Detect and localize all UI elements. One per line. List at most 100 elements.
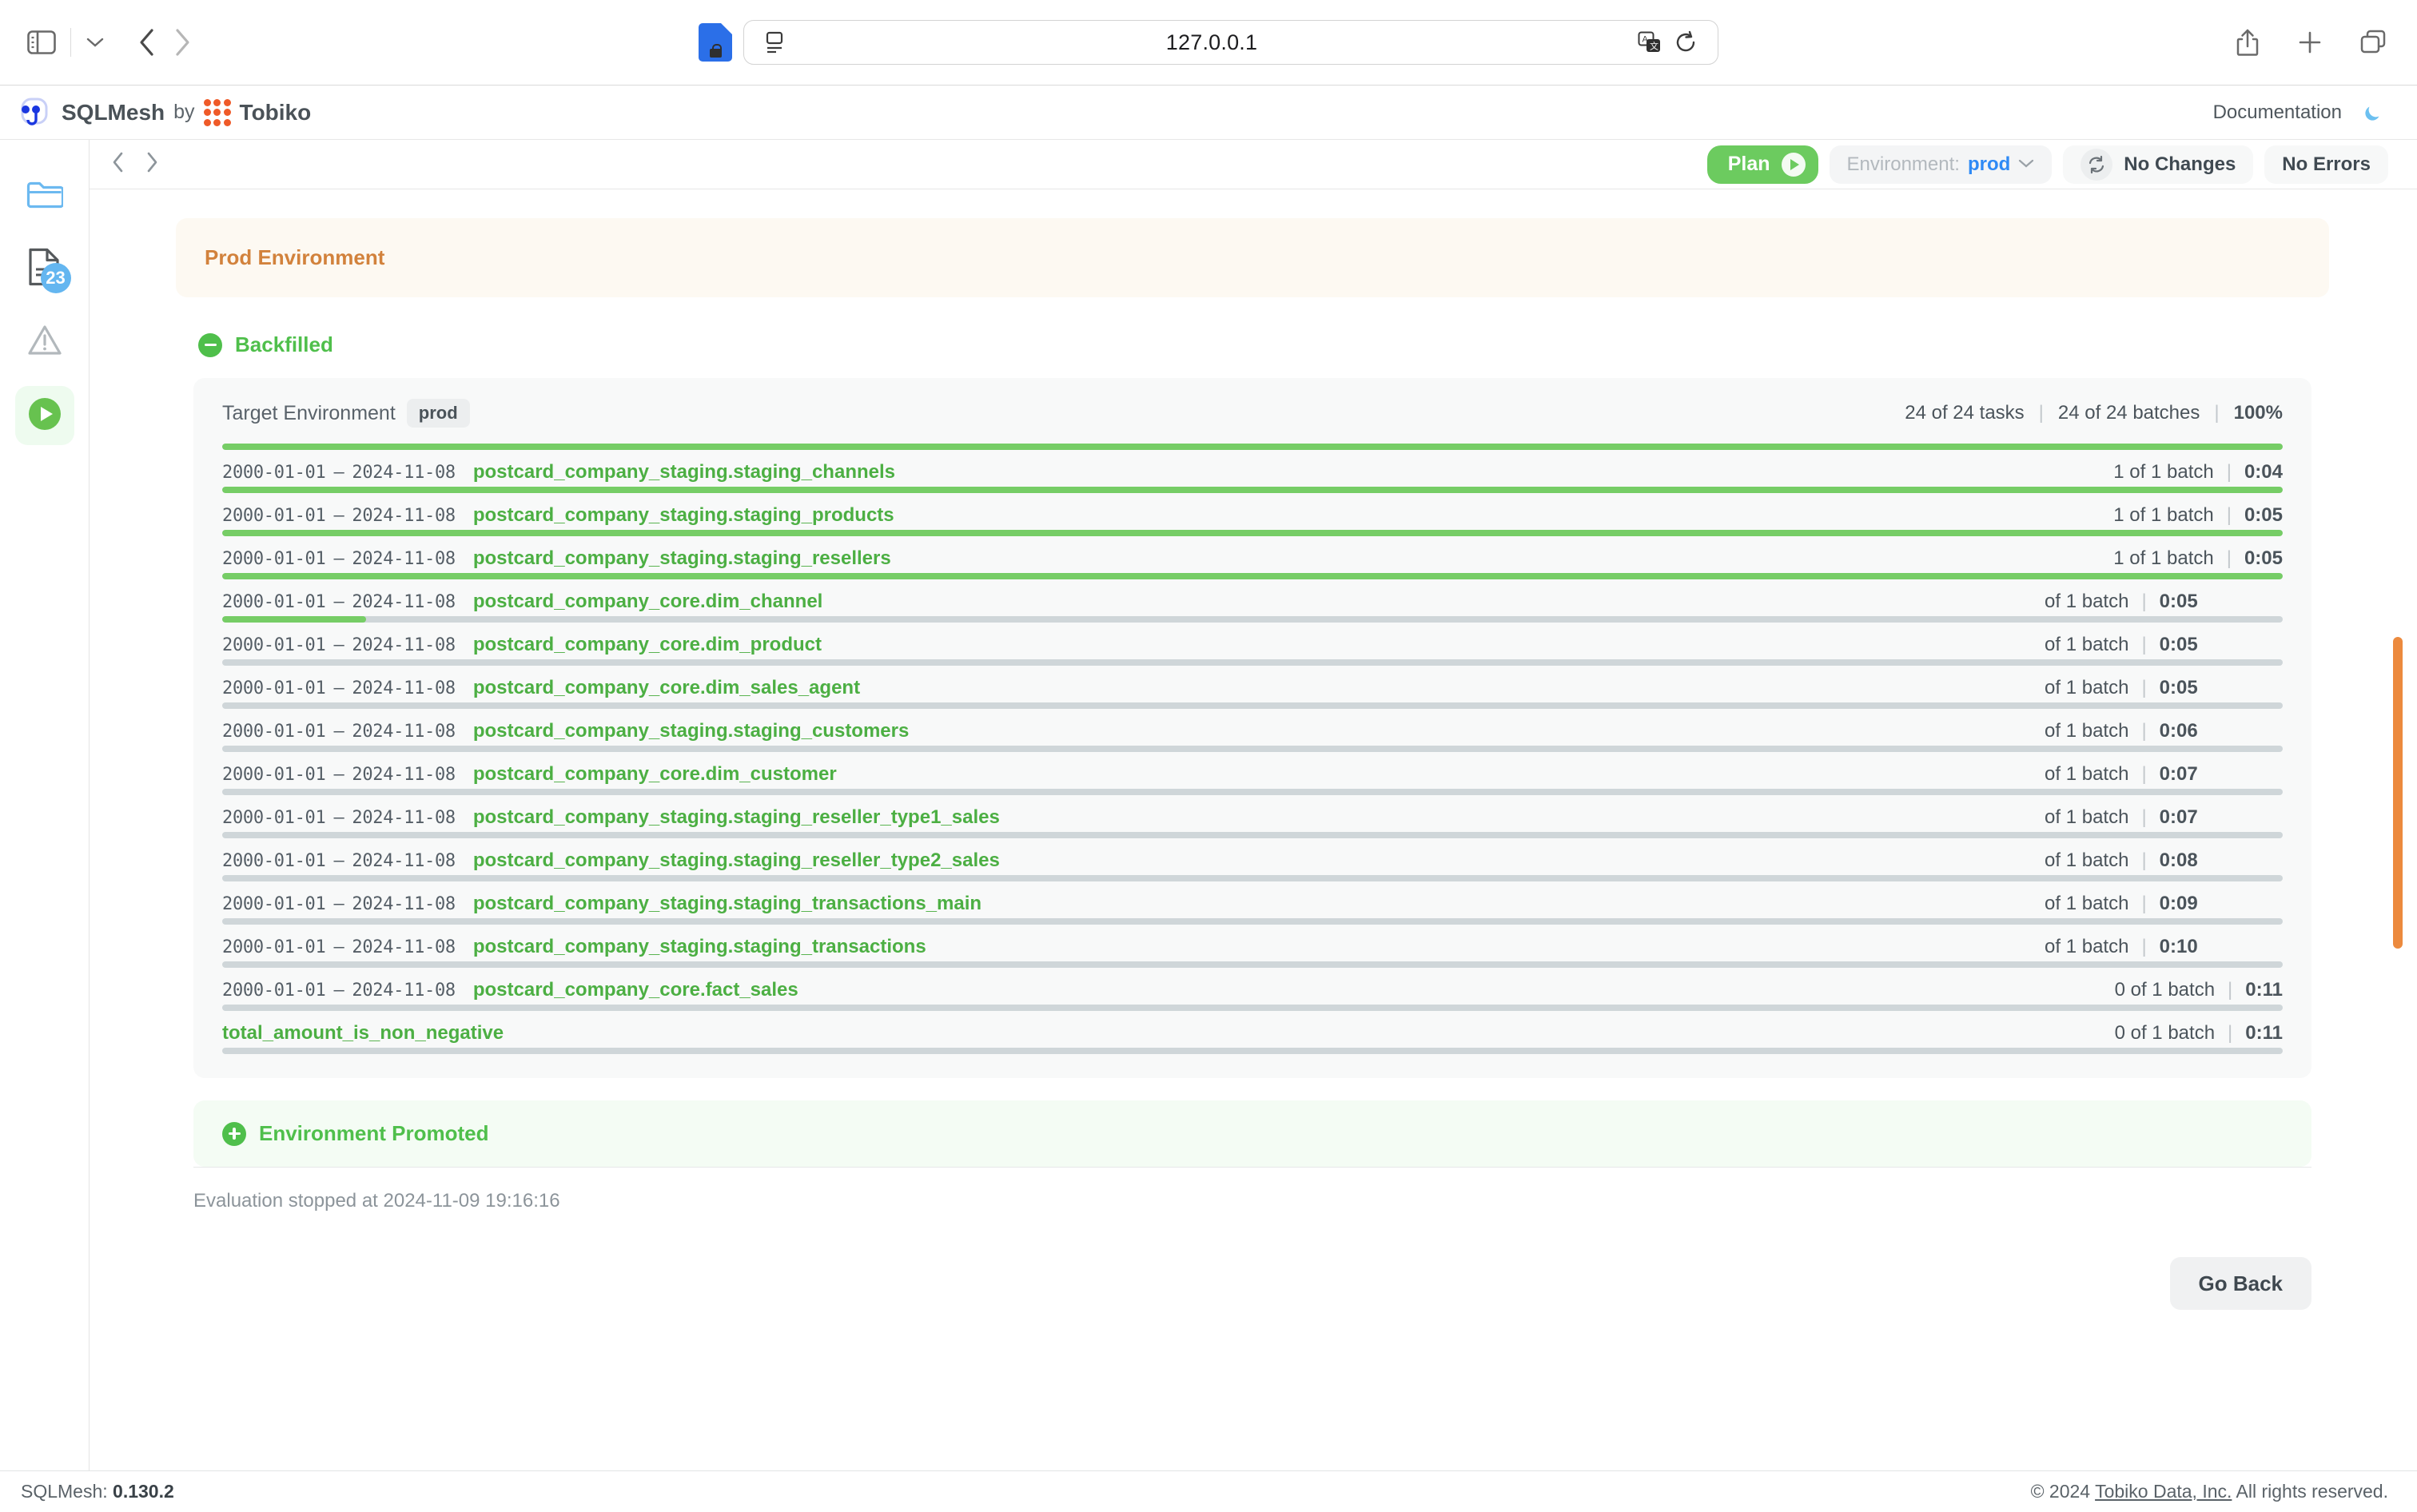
rail-item-files[interactable] [15, 165, 74, 225]
task-model-name[interactable]: postcard_company_staging.staging_product… [473, 504, 894, 527]
task-model-name[interactable]: postcard_company_core.dim_product [473, 634, 822, 656]
forward-chevron-icon[interactable] [172, 27, 193, 58]
task-duration: 0:11 [2245, 1022, 2283, 1044]
backfill-summary: Target Environment prod 24 of 24 tasks |… [222, 399, 2283, 440]
task-model-name[interactable]: postcard_company_core.dim_sales_agent [473, 677, 860, 699]
address-bar[interactable]: 127.0.0.1 A文 [743, 20, 1718, 65]
task-model-name[interactable]: postcard_company_staging.staging_transac… [473, 936, 926, 958]
app-header: SQLMesh by Tobiko Documentation [0, 86, 2417, 140]
share-icon[interactable] [2235, 28, 2260, 57]
task-duration: 0:05 [2244, 547, 2283, 569]
date-dash: – [333, 981, 344, 1001]
reader-view-icon[interactable] [765, 31, 786, 54]
task-meta-sep: | [2141, 850, 2147, 871]
task-meta: 0 of 1 batch | 0:05 [2043, 677, 2283, 699]
brand-name: SQLMesh [62, 99, 165, 125]
copyright-link[interactable]: Tobiko Data, Inc. [2095, 1481, 2232, 1502]
task-end-date: 2024-11-08 [352, 851, 456, 871]
version-label: SQLMesh: [21, 1481, 108, 1502]
date-dash: – [333, 937, 344, 957]
date-dash: – [333, 506, 344, 526]
vertical-scrollbar[interactable] [2393, 637, 2403, 949]
task-row[interactable]: 2000-01-01–2024-11-08 postcard_company_st… [222, 709, 2283, 752]
task-model-name[interactable]: postcard_company_core.dim_customer [473, 763, 837, 786]
tobiko-logo-icon [203, 98, 231, 126]
task-date-range: 2000-01-01–2024-11-08 [222, 937, 456, 957]
task-row[interactable]: 2000-01-01–2024-11-08 postcard_company_st… [222, 536, 2283, 579]
task-batch-count: 0 of 1 batch [2114, 979, 2216, 1001]
backfilled-section-header[interactable]: Backfilled [176, 332, 2329, 357]
tab-group-icon[interactable] [2359, 30, 2387, 55]
task-end-date: 2024-11-08 [352, 678, 456, 698]
task-end-date: 2024-11-08 [352, 506, 456, 526]
evaluation-footer: Evaluation stopped at 2024-11-09 19:16:1… [193, 1167, 2311, 1212]
task-model-name[interactable]: postcard_company_core.fact_sales [473, 979, 798, 1001]
url-text[interactable]: 127.0.0.1 [786, 30, 1638, 55]
task-model-name[interactable]: postcard_company_staging.staging_reselle… [473, 850, 1000, 872]
rail-item-editor[interactable]: 23 [15, 239, 74, 298]
task-row[interactable]: 2000-01-01–2024-11-08 postcard_company_co… [222, 752, 2283, 795]
task-row[interactable]: 2000-01-01–2024-11-08 postcard_company_st… [222, 795, 2283, 838]
task-progress-bar [222, 789, 2283, 795]
task-model-name[interactable]: postcard_company_staging.staging_reselle… [473, 806, 1000, 829]
chevron-left-icon[interactable] [110, 151, 126, 177]
task-model-name[interactable]: postcard_company_staging.staging_transac… [473, 893, 982, 915]
task-duration: 0:08 [2159, 850, 2198, 871]
chrome-divider [70, 28, 71, 57]
task-row[interactable]: 2000-01-01–2024-11-08 postcard_company_st… [222, 450, 2283, 493]
summary-batches: 24 of 24 batches [2057, 402, 2200, 424]
task-model-name[interactable]: postcard_company_staging.staging_custome… [473, 720, 909, 742]
moon-icon[interactable] [2363, 102, 2383, 123]
task-date-range: 2000-01-01–2024-11-08 [222, 851, 456, 871]
reload-icon[interactable] [1674, 30, 1697, 54]
shield-lock-icon[interactable] [699, 23, 732, 62]
task-start-date: 2000-01-01 [222, 722, 326, 742]
rail-item-plan-run[interactable] [14, 386, 74, 445]
task-row[interactable]: 2000-01-01–2024-11-08 postcard_company_st… [222, 925, 2283, 968]
changes-status-button[interactable]: No Changes [2063, 145, 2254, 184]
task-progress-bar [222, 832, 2283, 838]
task-start-date: 2000-01-01 [222, 808, 326, 828]
app-footer: SQLMesh: 0.130.2 © 2024 Tobiko Data, Inc… [0, 1470, 2417, 1512]
chevron-down-icon[interactable] [86, 36, 105, 49]
task-meta: 1 of 1 batch | 0:04 [2113, 461, 2283, 483]
sidebar-toggle-icon[interactable] [27, 30, 56, 54]
task-row[interactable]: 2000-01-01–2024-11-08 postcard_company_st… [222, 881, 2283, 925]
task-model-name[interactable]: postcard_company_core.dim_channel [473, 591, 822, 613]
editor-badge: 23 [40, 263, 71, 293]
task-row[interactable]: 2000-01-01–2024-11-08 postcard_company_st… [222, 493, 2283, 536]
task-meta: 0 of 1 batch | 0:09 [2043, 893, 2283, 915]
task-progress-bar [222, 961, 2283, 968]
environment-selector[interactable]: Environment: prod [1829, 145, 2053, 184]
documentation-link[interactable]: Documentation [2213, 101, 2342, 124]
task-start-date: 2000-01-01 [222, 635, 326, 655]
task-row[interactable]: 2000-01-01–2024-11-08 postcard_company_co… [222, 623, 2283, 666]
task-row[interactable]: 2000-01-01–2024-11-08 postcard_company_co… [222, 666, 2283, 709]
task-model-name[interactable]: postcard_company_staging.staging_channel… [473, 461, 895, 483]
folder-icon [26, 178, 64, 213]
task-model-name[interactable]: total_amount_is_non_negative [222, 1022, 504, 1044]
task-meta: 0 of 1 batch | 0:10 [2043, 936, 2283, 958]
task-row[interactable]: 2000-01-01–2024-11-08 postcard_company_st… [222, 838, 2283, 881]
task-end-date: 2024-11-08 [352, 937, 456, 957]
back-chevron-icon[interactable] [137, 27, 157, 58]
app-shell: 23 Plan Environment: prod No Changes No … [0, 140, 2417, 1470]
task-row[interactable]: 2000-01-01–2024-11-08 postcard_company_co… [222, 968, 2283, 1011]
errors-status-button[interactable]: No Errors [2264, 145, 2388, 184]
task-batch-count: 1 of 1 batch [2113, 461, 2214, 483]
chevron-right-icon[interactable] [144, 151, 160, 177]
task-row[interactable]: total_amount_is_non_negative 0 of 1 batch… [222, 1011, 2283, 1054]
task-progress-bar [222, 573, 2283, 579]
task-start-date: 2000-01-01 [222, 765, 326, 785]
task-end-date: 2024-11-08 [352, 981, 456, 1001]
task-model-name[interactable]: postcard_company_staging.staging_reselle… [473, 547, 891, 570]
rail-item-errors[interactable] [15, 312, 74, 372]
brand[interactable]: SQLMesh by Tobiko [16, 97, 311, 128]
task-row[interactable]: 2000-01-01–2024-11-08 postcard_company_co… [222, 579, 2283, 623]
copyright-prefix: © 2024 [2030, 1481, 2091, 1502]
go-back-button[interactable]: Go Back [2169, 1257, 2311, 1310]
plus-icon[interactable] [2297, 30, 2323, 55]
plan-button[interactable]: Plan [1706, 145, 1818, 184]
translate-icon[interactable]: A文 [1638, 31, 1662, 54]
environment-promoted-section[interactable]: Environment Promoted [193, 1100, 2311, 1167]
